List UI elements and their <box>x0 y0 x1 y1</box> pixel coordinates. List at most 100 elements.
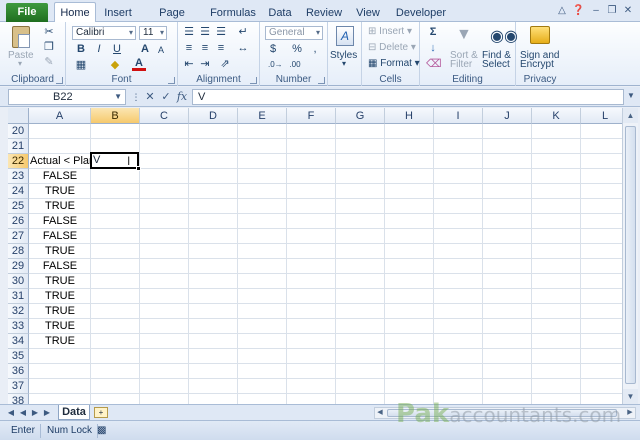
italic-button[interactable]: I <box>92 42 106 56</box>
cancel-entry-icon[interactable]: ✕ <box>142 89 158 105</box>
cut-icon[interactable]: ✂ <box>42 25 56 39</box>
grow-font-button[interactable]: A <box>138 42 152 56</box>
format-painter-icon[interactable]: ✎ <box>42 55 56 69</box>
row-header-23[interactable]: 23 <box>8 169 29 184</box>
align-top-icon[interactable]: ☰ <box>182 25 196 39</box>
column-header-e[interactable]: E <box>238 108 287 124</box>
align-middle-icon[interactable]: ☰ <box>198 25 212 39</box>
sheet-tab-data[interactable]: Data <box>58 405 90 420</box>
tab-developer[interactable]: Developer <box>392 4 450 22</box>
row-header-33[interactable]: 33 <box>8 319 29 334</box>
font-color-button[interactable]: A <box>132 58 146 71</box>
column-header-f[interactable]: F <box>287 108 336 124</box>
font-size-select[interactable]: 11 <box>139 26 167 40</box>
row-header-27[interactable]: 27 <box>8 229 29 244</box>
autosum-button[interactable]: Σ <box>426 25 440 39</box>
tab-page-layout[interactable]: Page Layout <box>142 4 202 37</box>
font-name-select[interactable]: Calibri <box>72 26 136 40</box>
currency-button[interactable]: $ <box>266 42 280 56</box>
alignment-launcher-icon[interactable] <box>250 77 257 84</box>
align-left-icon[interactable]: ≡ <box>182 41 196 55</box>
row-header-30[interactable]: 30 <box>8 274 29 289</box>
restore-window-icon[interactable]: ❐ <box>606 5 618 17</box>
fill-handle[interactable] <box>136 166 141 171</box>
row-header-36[interactable]: 36 <box>8 364 29 379</box>
format-cells-button[interactable]: ▦ Format ▾ <box>368 58 420 69</box>
insert-sheet-icon[interactable]: + <box>94 407 108 418</box>
row-header-21[interactable]: 21 <box>8 139 29 154</box>
sign-encrypt-button[interactable]: Sign and Encrypt <box>518 26 564 72</box>
cell-a30[interactable]: TRUE <box>29 274 91 289</box>
scroll-right-icon[interactable]: ▶ <box>625 408 635 418</box>
cell-a22[interactable]: Actual < Plan <box>30 154 95 169</box>
column-header-g[interactable]: G <box>336 108 385 124</box>
borders-icon[interactable]: ▦ <box>74 58 88 72</box>
next-sheet-icon[interactable]: ▶ <box>30 407 40 419</box>
cell-a28[interactable]: TRUE <box>29 244 91 259</box>
minimize-window-icon[interactable]: – <box>590 5 602 17</box>
row-header-24[interactable]: 24 <box>8 184 29 199</box>
font-launcher-icon[interactable] <box>168 77 175 84</box>
close-window-icon[interactable]: ✕ <box>622 5 634 17</box>
insert-cells-button[interactable]: ⊞ Insert ▾ <box>368 26 412 37</box>
column-header-d[interactable]: D <box>189 108 238 124</box>
scroll-up-icon[interactable]: ▲ <box>623 108 638 123</box>
cell-a32[interactable]: TRUE <box>29 304 91 319</box>
formula-input[interactable]: V <box>192 89 624 105</box>
vertical-scrollbar[interactable]: ▲ ▼ <box>622 108 638 404</box>
decrease-decimal-icon[interactable]: .00 <box>288 58 302 72</box>
fill-icon[interactable]: ↓ <box>426 41 440 55</box>
number-format-select[interactable]: General <box>265 26 323 40</box>
worksheet-grid[interactable]: ABCDEFGHIJKL 20 21 22 23 24 25 26 27 28 29 30 31 32 3… <box>8 108 622 404</box>
confirm-entry-icon[interactable]: ✓ <box>158 89 174 105</box>
row-header-32[interactable]: 32 <box>8 304 29 319</box>
sort-filter-button[interactable]: ▼ Sort & Filter <box>450 26 480 72</box>
tab-insert[interactable]: Insert <box>100 4 136 22</box>
cell-a34[interactable]: TRUE <box>29 334 91 349</box>
tab-home[interactable]: Home <box>54 2 96 23</box>
number-launcher-icon[interactable] <box>318 77 325 84</box>
clear-icon[interactable]: ⌫ <box>426 57 442 71</box>
find-select-button[interactable]: ◉◉ Find & Select <box>482 26 518 72</box>
cell-a29[interactable]: FALSE <box>29 259 91 274</box>
styles-button[interactable]: A Styles ▾ <box>330 26 358 74</box>
column-header-c[interactable]: C <box>140 108 189 124</box>
tab-view[interactable]: View <box>352 4 384 22</box>
shrink-font-button[interactable]: A <box>154 43 168 57</box>
column-header-a[interactable]: A <box>29 108 91 124</box>
macro-record-icon[interactable]: ▩ <box>92 424 111 438</box>
increase-decimal-icon[interactable]: .0→ <box>268 58 283 72</box>
cell-a25[interactable]: TRUE <box>29 199 91 214</box>
column-header-j[interactable]: J <box>483 108 532 124</box>
cell-a27[interactable]: FALSE <box>29 229 91 244</box>
scroll-down-icon[interactable]: ▼ <box>623 389 638 404</box>
orientation-icon[interactable]: ⇗ <box>218 57 232 71</box>
cell-a26[interactable]: FALSE <box>29 214 91 229</box>
row-header-38[interactable]: 38 <box>8 394 29 404</box>
prev-sheet-icon[interactable]: ◀ <box>18 407 28 419</box>
vertical-scroll-thumb[interactable] <box>625 126 636 384</box>
row-header-29[interactable]: 29 <box>8 259 29 274</box>
column-header-l[interactable]: L <box>581 108 622 124</box>
row-header-20[interactable]: 20 <box>8 124 29 139</box>
comma-button[interactable]: , <box>308 42 322 56</box>
bold-button[interactable]: B <box>74 42 88 56</box>
row-header-34[interactable]: 34 <box>8 334 29 349</box>
row-header-25[interactable]: 25 <box>8 199 29 214</box>
fill-color-icon[interactable]: ◆ <box>108 58 122 72</box>
insert-function-button[interactable]: fx <box>174 89 190 105</box>
tab-formulas[interactable]: Formulas <box>208 4 258 22</box>
merge-center-icon[interactable]: ↔ <box>236 41 250 55</box>
align-bottom-icon[interactable]: ☰ <box>214 25 228 39</box>
row-header-28[interactable]: 28 <box>8 244 29 259</box>
column-header-b[interactable]: B <box>91 108 140 124</box>
column-header-h[interactable]: H <box>385 108 434 124</box>
help-icon[interactable]: ❓ <box>572 5 584 17</box>
minimize-ribbon-icon[interactable]: △ <box>556 5 568 17</box>
underline-button[interactable]: U <box>110 42 124 56</box>
column-header-i[interactable]: I <box>434 108 483 124</box>
row-header-31[interactable]: 31 <box>8 289 29 304</box>
wrap-text-icon[interactable]: ↵ <box>236 25 250 39</box>
cell-a31[interactable]: TRUE <box>29 289 91 304</box>
row-header-26[interactable]: 26 <box>8 214 29 229</box>
